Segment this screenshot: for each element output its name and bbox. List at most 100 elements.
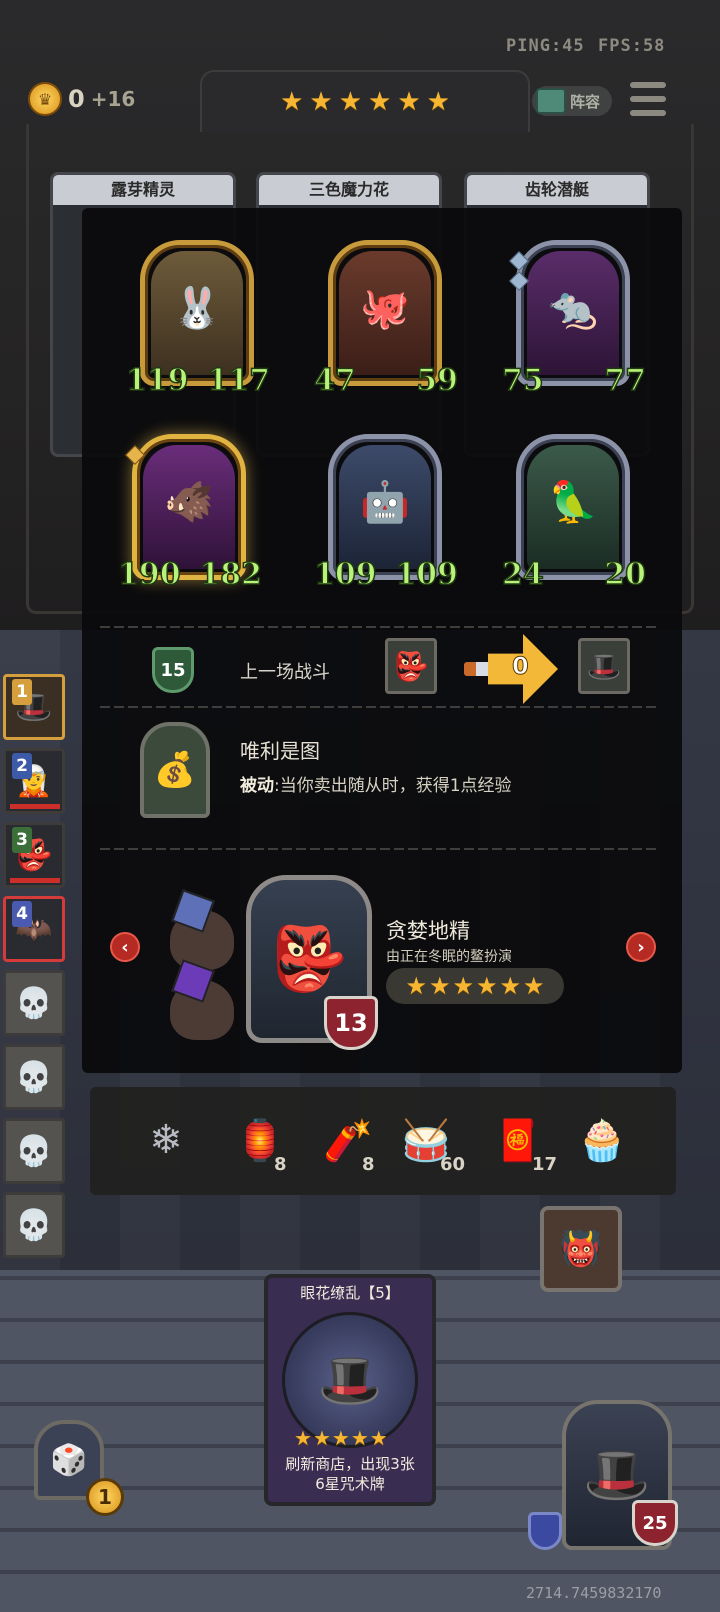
minion-health: 20 — [604, 556, 647, 593]
coordinate-readout: 2714.7459832170 — [526, 1584, 662, 1602]
gold-value: 0 — [68, 85, 85, 113]
opponent-portrait-icon: 🎩 — [578, 638, 630, 694]
goblin-portrait-icon: 👺 — [385, 638, 437, 694]
consumable-count: 17 — [532, 1154, 558, 1175]
player-slot[interactable]: 1 🎩 — [3, 674, 65, 740]
health-bar — [10, 878, 60, 883]
prev-arrow-button[interactable]: ‹ — [110, 932, 140, 962]
minion-health: 59 — [416, 362, 459, 399]
shop-card-title: 露芽精灵 — [53, 175, 233, 205]
gold-income: +16 — [90, 87, 136, 111]
hero-power-name: 唯利是图 — [240, 739, 320, 763]
rat-icon: 🐀 — [548, 285, 598, 332]
snowflake-icon: ❄ — [149, 1117, 183, 1163]
spell-title: 眼花缭乱【5】 — [300, 1284, 400, 1302]
menu-bar-icon — [630, 82, 666, 88]
consumable-count: 8 — [362, 1154, 375, 1175]
player-slot-eliminated[interactable]: 💀 — [3, 1192, 65, 1258]
star-icon: ★ — [309, 87, 333, 117]
lineup-button[interactable]: 阵容 — [532, 86, 612, 116]
star-icon: ★ — [294, 1426, 312, 1450]
spell-stars: ★ ★ ★ ★ ★ — [294, 1428, 388, 1448]
menu-button[interactable] — [630, 82, 666, 116]
hero-power-button[interactable] — [528, 1512, 562, 1550]
opponent-minion[interactable]: 🤖 109 109 — [313, 434, 459, 593]
spell-desc-line: 6星咒术牌 — [315, 1475, 385, 1493]
opponent-minion[interactable]: 🐰 119 117 — [125, 240, 271, 399]
star-icon: ★ — [312, 1426, 331, 1450]
star-icon: ★ — [338, 87, 362, 117]
opponent-minion[interactable]: 🐙 47 59 — [313, 240, 459, 399]
minion-attack: 119 — [125, 362, 189, 399]
menu-bar-icon — [630, 96, 666, 102]
spell-desc-line: 刷新商店，出现3张 — [285, 1455, 415, 1473]
tier-shield-icon: 15 — [152, 647, 194, 693]
hero-power-text: :当你卖出随从时，获得1点经验 — [274, 776, 512, 796]
hero-name: 贪婪地精 — [386, 919, 470, 943]
consumable-item[interactable]: 🧧 17 — [490, 1112, 560, 1176]
spell-description: 刷新商店，出现3张 6星咒术牌 — [268, 1454, 432, 1494]
player-rank: 2 — [12, 753, 32, 779]
octopus-icon: 🐙 — [360, 285, 410, 332]
tavern-tier-stars: ★ ★ ★ ★ ★ ★ — [200, 70, 530, 132]
star-icon: ★ — [523, 972, 545, 1000]
ping-readout: PING:45 — [506, 36, 585, 56]
minion-attack: 47 — [313, 362, 356, 399]
hero-armor-badge: 13 — [324, 996, 378, 1050]
health-bar — [10, 804, 60, 809]
next-arrow-button[interactable]: › — [626, 932, 656, 962]
divider — [100, 848, 660, 850]
player-slot[interactable]: 4 🦇 — [3, 896, 65, 962]
fps-readout: FPS:58 — [598, 36, 666, 56]
chest-monster-icon: 👹 — [559, 1229, 603, 1269]
opponent-minion[interactable]: 🦜 24 20 — [501, 434, 647, 593]
player-rank: 3 — [12, 827, 32, 853]
skull-icon: 💀 — [15, 985, 53, 1021]
star-icon: ★ — [331, 1426, 350, 1450]
player-slot[interactable]: 3 👺 — [3, 822, 65, 888]
skull-icon: 💀 — [15, 1059, 53, 1095]
consumable-item[interactable]: 🥁 60 — [398, 1112, 468, 1176]
boar-icon: 🐗 — [164, 479, 214, 526]
star-icon: ★ — [452, 972, 474, 1000]
rabbit-icon: 🐰 — [172, 285, 222, 332]
minion-health: 117 — [207, 362, 271, 399]
hero-armor-value: 13 — [334, 1009, 368, 1037]
cupcake-icon: 🧁 — [577, 1117, 627, 1164]
lineup-label: 阵容 — [570, 92, 601, 111]
player-slot-eliminated[interactable]: 💀 — [3, 1044, 65, 1110]
goblin-hero-icon: 👺 — [270, 922, 348, 995]
gold-counter: ♛ 0 +16 — [28, 82, 135, 116]
opponent-minion[interactable]: 🐗 190 182 — [117, 434, 263, 593]
player-slot-eliminated[interactable]: 💀 — [3, 970, 65, 1036]
hero-power-type: 被动 — [240, 776, 274, 796]
hand-spell-card[interactable]: 眼花缭乱【5】 🎩 ★ ★ ★ ★ ★ 刷新商店，出现3张 6星咒术牌 — [264, 1274, 436, 1506]
treasure-chest[interactable]: 👹 — [540, 1206, 622, 1292]
consumable-item[interactable]: 🏮 8 — [232, 1112, 302, 1176]
consumable-item[interactable]: 🧨 8 — [320, 1112, 390, 1176]
book-icon — [536, 88, 566, 114]
player-armor-value: 25 — [642, 1512, 668, 1534]
player-rank: 4 — [12, 901, 32, 927]
refresh-button[interactable]: 🎲 1 — [14, 1410, 124, 1530]
player-slot[interactable]: 2 🧝 — [3, 748, 65, 814]
divider — [100, 706, 660, 708]
opponent-minion[interactable]: 🐀 75 77 — [501, 240, 647, 399]
star-icon: ★ — [368, 87, 392, 117]
consumable-item[interactable]: ❄ — [138, 1112, 208, 1176]
player-armor-badge: 25 — [632, 1500, 678, 1546]
player-slot-eliminated[interactable]: 💀 — [3, 1118, 65, 1184]
battle-damage: 0 — [512, 652, 530, 681]
minion-attack: 24 — [501, 556, 544, 593]
consumable-item[interactable]: 🧁 — [574, 1112, 644, 1176]
consumable-count: 60 — [440, 1154, 466, 1175]
star-icon: ★ — [499, 972, 522, 1000]
hero-subtitle: 由正在冬眠的鳌扮演 — [386, 949, 512, 965]
player-list: 1 🎩 2 🧝 3 👺 4 🦇 💀 💀 💀 💀 — [0, 668, 70, 1268]
player-rank: 1 — [12, 679, 32, 705]
crown-coin-icon: ♛ — [28, 82, 62, 116]
minion-attack: 190 — [117, 556, 181, 593]
hero-power-desc: 被动:当你卖出随从时，获得1点经验 — [240, 771, 512, 796]
refresh-cost: 1 — [86, 1478, 124, 1516]
star-icon: ★ — [369, 1426, 388, 1450]
